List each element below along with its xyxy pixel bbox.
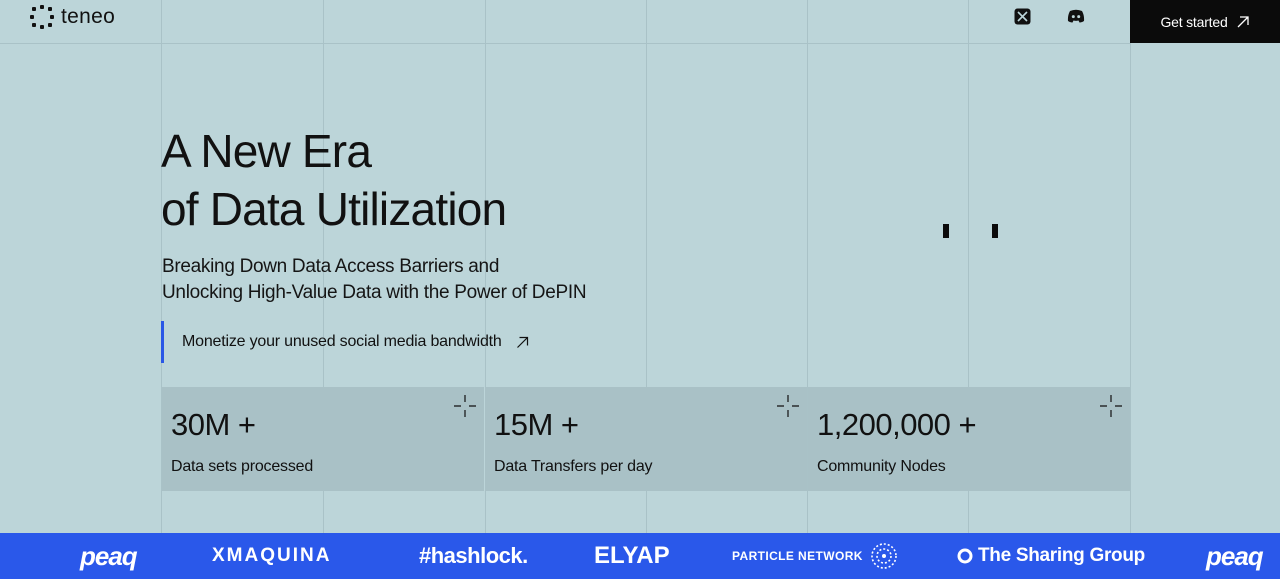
brand-name: teneo [61,5,116,28]
partner-logo-peaq: peaq [1206,540,1264,571]
monetize-label: Monetize your unused social media bandwi… [182,333,502,350]
crosshair-icon [454,395,476,417]
grid-line [0,43,1130,44]
crosshair-icon [1100,395,1122,417]
get-started-label: Get started [1160,13,1228,30]
partner-logo-sharing-group: The Sharing Group [957,533,1145,579]
stat-label: Community Nodes [817,458,946,475]
monetize-link[interactable]: Monetize your unused social media bandwi… [161,321,529,363]
partner-name: The Sharing Group [978,545,1145,566]
particle-network-icon [871,543,897,569]
sharing-group-icon [957,548,973,564]
partner-logo-strip: peaq XMAQUINA #hashlock. ELYAP PARTICLE … [0,533,1280,579]
discord-icon [1067,9,1085,23]
stat-value: 30M + [171,407,256,442]
grid-line [1130,0,1131,533]
x-link[interactable] [1013,7,1031,25]
headline-line-1: A New Era [161,125,372,177]
discord-link[interactable] [1067,7,1085,25]
arrow-up-right-icon [1237,15,1249,27]
partner-name: PARTICLE NETWORK [732,549,863,563]
loading-glyph [943,224,949,238]
stat-card: 30M + Data sets processed [162,387,484,491]
partner-logo-xmaquina: XMAQUINA [212,545,332,566]
arrow-up-right-icon [516,336,528,348]
partner-logo-peaq: peaq [80,540,138,571]
x-icon [1014,8,1030,24]
stat-value: 1,200,000 + [817,407,977,442]
stat-label: Data sets processed [171,458,314,475]
stat-card: 1,200,000 + Community Nodes [808,387,1130,491]
loading-glyph [992,224,998,238]
partner-logo-hashlock: #hashlock. [419,543,528,568]
subhead-line-2: Unlocking High-Value Data with the Power… [162,282,587,303]
brand-logo[interactable]: teneo [30,5,115,29]
get-started-button[interactable]: Get started [1130,0,1280,43]
subhead-line-1: Breaking Down Data Access Barriers and [162,256,500,277]
site-header: teneo Get started [0,0,1280,43]
headline-line-2: of Data Utilization [161,183,507,235]
partner-logo-elyap: ELYAP [594,542,670,569]
stat-card: 15M + Data Transfers per day [485,387,807,491]
crosshair-icon [777,395,799,417]
hero-headline: A New Era of Data Utilization [161,122,507,238]
stat-value: 15M + [494,407,579,442]
partner-logo-particle-network: PARTICLE NETWORK [732,533,899,579]
stat-label: Data Transfers per day [494,458,653,475]
teneo-logo-icon [30,5,54,29]
hero-subheading: Breaking Down Data Access Barriers and U… [162,254,587,306]
